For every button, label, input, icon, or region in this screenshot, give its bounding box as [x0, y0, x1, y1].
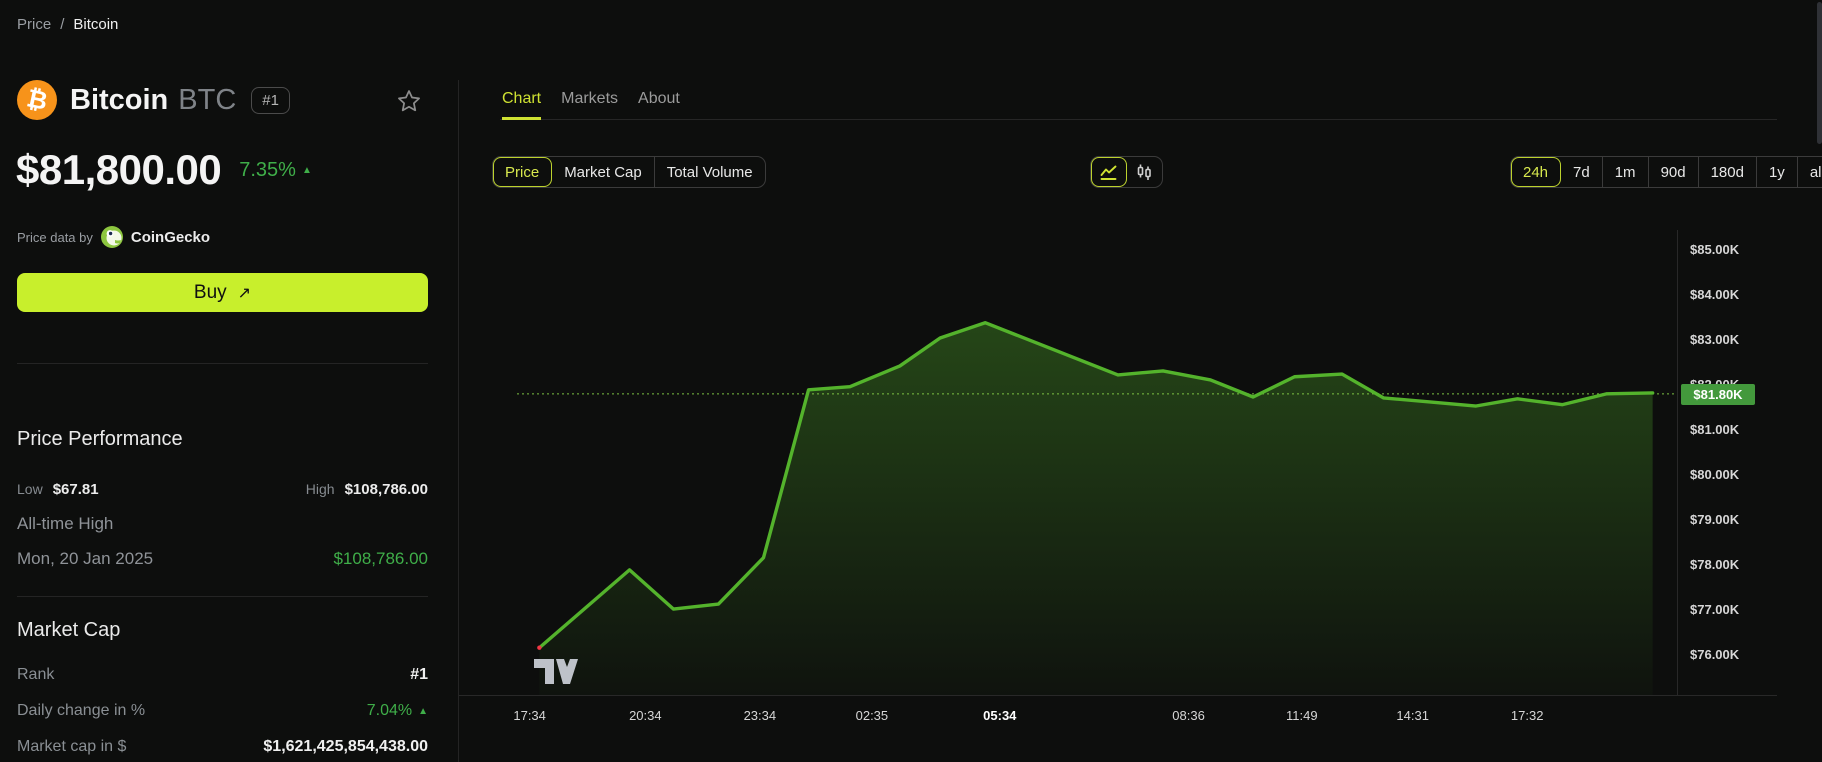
y-tick-label: $79.00K — [1690, 511, 1740, 527]
row-label: Market cap in $ — [17, 738, 127, 755]
metric-toggle: Price Market Cap Total Volume — [492, 156, 766, 188]
y-tick-label: $78.00K — [1690, 556, 1740, 572]
content-tabs: Chart Markets About — [502, 90, 680, 120]
y-tick-label: $85.00K — [1690, 241, 1740, 257]
row-value: #1 — [410, 666, 428, 683]
external-arrow-icon: ↗ — [237, 284, 252, 302]
range-1m[interactable]: 1m — [1603, 157, 1649, 187]
x-tick-label: 02:35 — [855, 708, 889, 723]
range-24h[interactable]: 24h — [1511, 157, 1562, 187]
ath-date: Mon, 20 Jan 2025 — [17, 549, 154, 568]
row-value: $1,621,425,854,438.00 — [263, 738, 428, 755]
attribution-provider[interactable]: CoinGecko — [131, 229, 210, 246]
y-tick-label: $80.00K — [1690, 466, 1740, 482]
current-price: $81,800.00 — [16, 146, 222, 193]
x-axis-line — [459, 695, 1777, 696]
row-label: Daily change in % — [17, 702, 146, 719]
series-start-marker — [537, 645, 542, 650]
y-tick-label: $83.00K — [1690, 331, 1740, 347]
line-chart-icon[interactable] — [1091, 157, 1127, 187]
divider — [17, 363, 428, 364]
y-tick-label: $81.00K — [1690, 421, 1740, 437]
ath-value: $108,786.00 — [333, 549, 428, 568]
price-performance-title: Price Performance — [17, 428, 183, 450]
metric-market-cap[interactable]: Market Cap — [552, 157, 655, 187]
candlestick-icon[interactable] — [1127, 157, 1162, 187]
attribution-prefix: Price data by — [17, 229, 93, 245]
price-chart[interactable] — [459, 230, 1677, 695]
ath-row: Mon, 20 Jan 2025 $108,786.00 — [17, 549, 428, 569]
range-180d[interactable]: 180d — [1699, 157, 1757, 187]
coingecko-logo-icon — [100, 226, 123, 248]
tabbar-border — [500, 119, 1777, 120]
price-change: 7.35% ▲ — [239, 158, 312, 181]
tab-about[interactable]: About — [638, 90, 680, 120]
market-cap-row: Rank #1 — [17, 666, 428, 684]
metric-total-volume[interactable]: Total Volume — [655, 157, 765, 187]
breadcrumb-current: Bitcoin — [73, 16, 119, 33]
x-tick-label: 14:31 — [1396, 708, 1429, 723]
row-value: 7.04% ▲ — [366, 702, 428, 719]
up-arrow-icon: ▲ — [418, 705, 428, 717]
breadcrumb-separator: / — [60, 16, 65, 33]
row-label: Rank — [17, 666, 55, 683]
x-tick-label: 08:36 — [1172, 708, 1205, 723]
low-high-row: Low $67.81 High $108,786.00 — [17, 481, 428, 499]
buy-button[interactable]: Buy ↗ — [17, 273, 428, 312]
high-value: $108,786.00 — [344, 481, 428, 498]
price-attribution: Price data by CoinGecko — [17, 226, 210, 248]
x-tick-label: 05:34 — [983, 708, 1017, 723]
chart-type-toggle — [1090, 156, 1163, 188]
y-axis-line — [1677, 230, 1678, 695]
x-tick-label: 20:34 — [629, 708, 662, 723]
favorite-star-icon[interactable] — [396, 88, 422, 114]
y-tick-label: $84.00K — [1690, 286, 1740, 302]
breadcrumb: Price / Bitcoin — [17, 16, 118, 33]
current-price-badge: $81.80K — [1681, 383, 1755, 405]
ath-title: All-time High — [17, 514, 114, 533]
x-tick-label: 11:49 — [1286, 708, 1318, 723]
divider — [17, 596, 428, 597]
low-label: Low — [17, 481, 43, 497]
coin-header: ₿ Bitcoin BTC #1 — [17, 80, 290, 120]
chart-area-fill — [539, 322, 1653, 695]
tab-markets[interactable]: Markets — [561, 90, 618, 120]
x-tick-label: 17:34 — [513, 708, 546, 723]
y-tick-label: $76.00K — [1690, 646, 1740, 662]
low-value: $67.81 — [52, 481, 99, 498]
coin-name: Bitcoin — [70, 83, 169, 116]
tradingview-logo-icon[interactable] — [533, 658, 579, 686]
range-7d[interactable]: 7d — [1561, 157, 1603, 187]
rank-badge: #1 — [251, 86, 290, 114]
tab-chart[interactable]: Chart — [502, 90, 542, 120]
price-header: $81,800.00 7.35% ▲ — [16, 146, 312, 194]
range-1y[interactable]: 1y — [1757, 157, 1798, 187]
x-tick-label: 17:32 — [1510, 708, 1544, 723]
y-tick-label: $77.00K — [1690, 601, 1740, 617]
coin-symbol: BTC — [178, 83, 237, 116]
range-all[interactable]: all — [1798, 157, 1822, 187]
time-range-toggle: 24h7d1m90d180d1yall — [1510, 156, 1822, 188]
breadcrumb-root[interactable]: Price — [17, 16, 51, 33]
market-cap-row: Market cap in $ $1,621,425,854,438.00 — [17, 738, 428, 756]
range-90d[interactable]: 90d — [1649, 157, 1699, 187]
x-tick-label: 23:34 — [743, 708, 777, 723]
high-label: High — [305, 481, 335, 497]
page-scrollbar[interactable] — [1817, 2, 1822, 144]
market-cap-row: Daily change in % 7.04% ▲ — [17, 702, 428, 720]
market-cap-title: Market Cap — [17, 619, 121, 641]
bitcoin-logo-icon: ₿ — [17, 80, 57, 120]
up-arrow-icon: ▲ — [301, 164, 312, 176]
metric-price[interactable]: Price — [493, 157, 553, 187]
